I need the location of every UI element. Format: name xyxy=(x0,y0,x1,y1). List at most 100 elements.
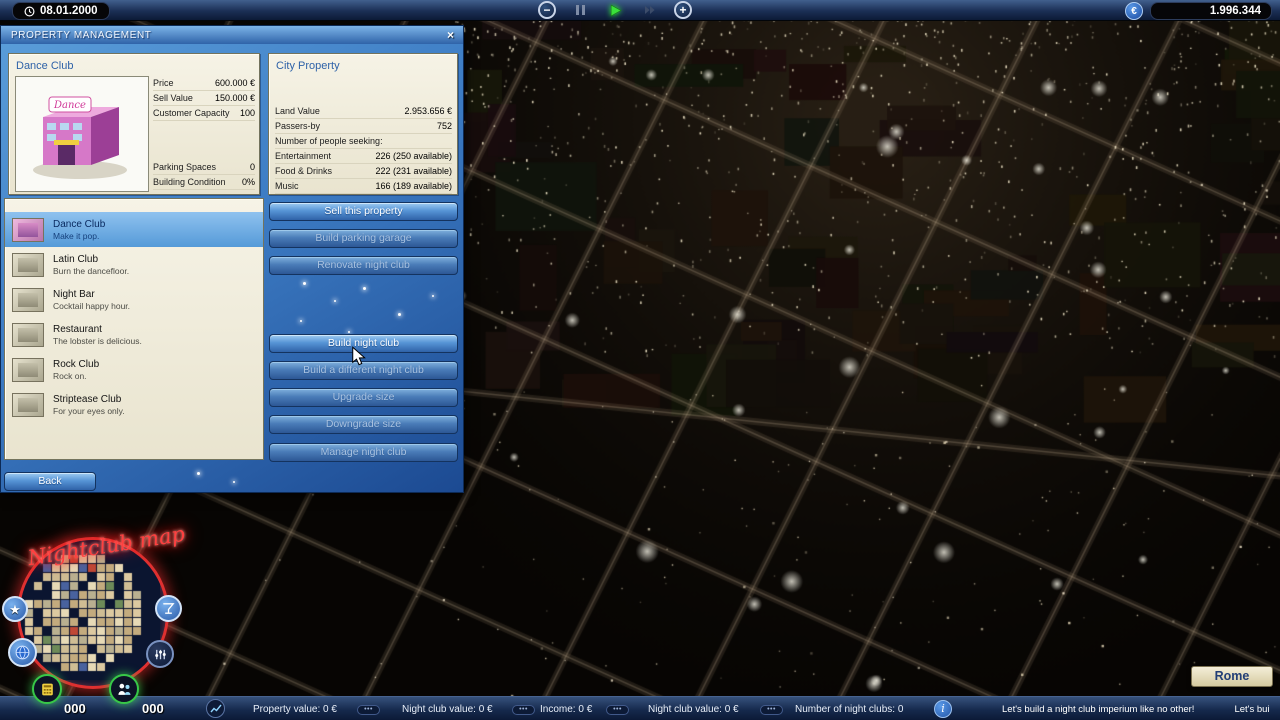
game-screen: 08.01.2000 − + xyxy=(0,0,1280,720)
club-thumbnail xyxy=(12,218,44,242)
club-desc: For your eyes only. xyxy=(53,406,125,416)
nightclub-filter-button[interactable] xyxy=(155,595,182,622)
stat-label: Parking Spaces xyxy=(153,162,216,172)
stat-value: 100 xyxy=(240,108,255,118)
mixer-button[interactable] xyxy=(146,640,174,668)
sparkle xyxy=(363,287,366,290)
info-button[interactable]: i xyxy=(934,700,952,718)
club-name: Rock Club xyxy=(53,359,99,370)
guests-button[interactable] xyxy=(109,674,139,704)
club-list: Dance Club Make it pop. Latin Club Burn … xyxy=(4,198,264,460)
ellipsis-separator: ••• xyxy=(760,705,783,715)
club-name: Dance Club xyxy=(53,219,105,230)
stat-row: Parking Spaces 0 xyxy=(153,160,255,175)
city-property-panel: City Property Land Value 2.953.656 € Pas… xyxy=(268,53,458,195)
time-controls: − + xyxy=(538,0,692,20)
svg-text:Dance: Dance xyxy=(53,100,86,111)
stat-label: Sell Value xyxy=(153,93,193,103)
play-icon xyxy=(609,4,622,17)
stat-row: Land Value 2.953.656 € xyxy=(275,104,452,119)
club-name: Striptease Club xyxy=(53,394,125,405)
downgrade-size-button[interactable]: Downgrade size xyxy=(269,415,458,434)
stat-label: Music xyxy=(275,181,299,191)
sparkle xyxy=(233,481,235,483)
plus-icon: + xyxy=(679,4,686,16)
stat-row: Food & Drinks 222 (231 available) xyxy=(275,164,452,179)
club-desc: Make it pop. xyxy=(53,231,105,241)
slower-button[interactable]: − xyxy=(538,1,556,19)
people-icon xyxy=(116,681,133,698)
sparkle xyxy=(432,295,434,297)
info-icon: i xyxy=(941,702,945,715)
building-preview: Dance xyxy=(15,76,149,192)
club-list-item-restaurant[interactable]: Restaurant The lobster is delicious. xyxy=(5,317,263,352)
club-desc: Cocktail happy hour. xyxy=(53,301,130,311)
manage-night-club-button[interactable]: Manage night club xyxy=(269,443,458,462)
build-parking-garage-button[interactable]: Build parking garage xyxy=(269,229,458,248)
city-name-button[interactable]: Rome xyxy=(1191,666,1273,687)
date-display: 08.01.2000 xyxy=(12,2,110,20)
renovate-night-club-button[interactable]: Renovate night club xyxy=(269,256,458,275)
stat-row: Building Condition 0% xyxy=(153,175,255,190)
money-counter: 000 xyxy=(64,701,86,716)
pause-button[interactable] xyxy=(569,1,591,19)
sparkle xyxy=(303,282,306,285)
stat-value: 226 (250 available) xyxy=(375,151,452,161)
club-list-item-striptease-club[interactable]: Striptease Club For your eyes only. xyxy=(5,387,263,422)
club-name: Latin Club xyxy=(53,254,129,265)
play-button[interactable] xyxy=(604,1,626,19)
stat-label: Building Condition xyxy=(153,177,226,187)
sliders-icon xyxy=(153,647,168,662)
stat-value: 150.000 € xyxy=(215,93,255,103)
club-desc: Rock on. xyxy=(53,371,99,381)
back-button[interactable]: Back xyxy=(4,472,96,491)
property-value-stat: Property value: 0 € xyxy=(253,704,337,715)
euro-icon: € xyxy=(1125,2,1143,20)
ticker-text: Let's build a night club imperium like n… xyxy=(1002,704,1194,715)
statistics-button[interactable] xyxy=(206,699,225,718)
ellipsis-separator: ••• xyxy=(606,705,629,715)
stat-value: 0% xyxy=(242,177,255,187)
stat-value: 166 (189 available) xyxy=(375,181,452,191)
world-button[interactable] xyxy=(8,638,37,667)
pause-icon xyxy=(576,5,579,15)
money-display: 1.996.344 xyxy=(1150,2,1272,20)
minus-icon: − xyxy=(543,4,550,16)
stat-value: 0 xyxy=(250,162,255,172)
stat-value: 2.953.656 € xyxy=(404,106,452,116)
property-panel-title: Dance Club xyxy=(16,60,73,72)
club-thumbnail xyxy=(12,358,44,382)
city-panel-title: City Property xyxy=(276,60,340,72)
stat-label: Price xyxy=(153,78,174,88)
stat-value: 600.000 € xyxy=(215,78,255,88)
sell-property-button[interactable]: Sell this property xyxy=(269,202,458,221)
mouse-cursor xyxy=(350,346,368,366)
faster-button[interactable]: + xyxy=(674,1,692,19)
club-list-item-dance-club[interactable]: Dance Club Make it pop. xyxy=(5,212,263,247)
sparkle xyxy=(348,331,350,333)
stat-row: Customer Capacity 100 xyxy=(153,106,255,121)
club-thumbnail xyxy=(12,288,44,312)
fast-forward-button[interactable] xyxy=(639,1,661,19)
finances-button[interactable] xyxy=(32,674,62,704)
stat-row: Entertainment 226 (250 available) xyxy=(275,149,452,164)
favorites-button[interactable]: ★ xyxy=(2,596,28,622)
calculator-icon xyxy=(39,681,56,698)
sparkle xyxy=(300,320,302,322)
club-list-item-rock-club[interactable]: Rock Club Rock on. xyxy=(5,352,263,387)
club-desc: Burn the dancefloor. xyxy=(53,266,129,276)
club-list-item-night-bar[interactable]: Night Bar Cocktail happy hour. xyxy=(5,282,263,317)
money-area: € 1.996.344 xyxy=(1125,2,1272,20)
ellipsis-separator: ••• xyxy=(357,705,380,715)
stat-label: Land Value xyxy=(275,106,320,116)
close-button[interactable]: × xyxy=(443,27,458,42)
dance-club-illustration: Dance xyxy=(16,77,146,189)
stat-label: Customer Capacity xyxy=(153,108,230,118)
top-bar: 08.01.2000 − + xyxy=(0,0,1280,21)
stat-row: Passers-by 752 xyxy=(275,119,452,134)
club-list-item-latin-club[interactable]: Latin Club Burn the dancefloor. xyxy=(5,247,263,282)
upgrade-size-button[interactable]: Upgrade size xyxy=(269,388,458,407)
club-thumbnail xyxy=(12,253,44,277)
guest-counter: 000 xyxy=(142,701,164,716)
club-thumbnail xyxy=(12,393,44,417)
